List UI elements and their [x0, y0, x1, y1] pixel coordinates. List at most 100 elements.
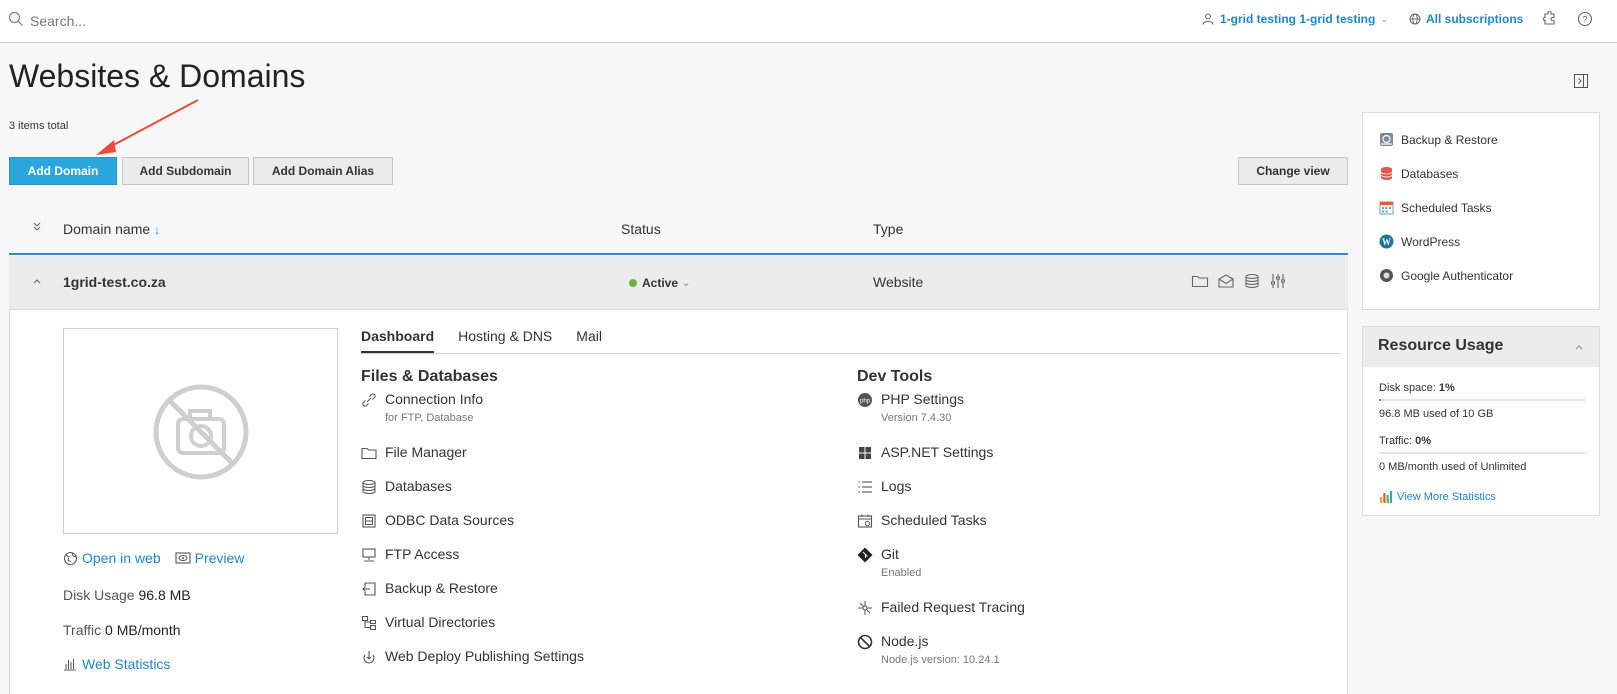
panel-toggle-icon[interactable] [1574, 74, 1588, 88]
tool-label: Databases [385, 478, 452, 494]
traffic-detail: 0 MB/month used of Unlimited [1379, 461, 1527, 473]
domain-type: Website [873, 274, 924, 290]
puzzle-icon[interactable] [1541, 11, 1557, 27]
tool-label: Web Deploy Publishing Settings [385, 648, 584, 664]
tab-hosting-dns[interactable]: Hosting & DNS [458, 328, 552, 353]
table-row[interactable]: 1grid-test.co.za Active ⌄ Website [9, 256, 1348, 310]
tool-php-settings[interactable]: php PHP Settings Version 7.4.30 [857, 391, 964, 424]
calendar-icon [1379, 200, 1394, 215]
tool-backup-restore[interactable]: Backup & Restore [361, 580, 498, 597]
add-domain-button[interactable]: Add Domain [9, 157, 117, 185]
settings-sliders-icon[interactable] [1269, 273, 1287, 289]
preview-link[interactable]: Preview [195, 550, 245, 566]
tab-dashboard[interactable]: Dashboard [361, 328, 435, 353]
web-statistics-link[interactable]: Web Statistics [82, 656, 170, 672]
domain-details: Open in web Preview Disk Usage 96.8 MB T… [9, 310, 1348, 694]
disk-space-detail: 96.8 MB used of 10 GB [1379, 408, 1494, 420]
git-icon [857, 547, 875, 563]
domain-name[interactable]: 1grid-test.co.za [63, 274, 166, 290]
resource-usage-header[interactable]: Resource Usage [1363, 327, 1599, 367]
chevron-down-icon: ⌄ [682, 277, 691, 289]
dev-tools-title: Dev Tools [857, 368, 933, 385]
tool-label: Node.js [881, 633, 929, 649]
calendar-clock-icon [857, 513, 875, 529]
disk-usage-value: 96.8 MB [138, 587, 191, 603]
disk-usage-label: Disk Usage [63, 587, 135, 603]
column-type: Type [873, 221, 904, 237]
top-bar: 1-grid testing 1-grid testing ⌄ All subs… [0, 0, 1617, 43]
search-icon [8, 11, 24, 27]
database-icon [361, 479, 379, 495]
subscriptions-label: All subscriptions [1426, 12, 1524, 26]
help-icon[interactable]: ? [1577, 11, 1593, 27]
sidebar-item-databases[interactable]: Databases [1379, 166, 1458, 181]
tool-virtual-directories[interactable]: Virtual Directories [361, 614, 495, 631]
deploy-icon [361, 649, 379, 665]
disk-space-value: 1% [1438, 382, 1455, 394]
user-menu[interactable]: 1-grid testing 1-grid testing ⌄ [1202, 12, 1388, 26]
view-more-statistics-link[interactable]: View More Statistics [1397, 491, 1496, 503]
sidebar-item-wordpress[interactable]: W WordPress [1379, 234, 1460, 249]
traffic-bar [1379, 452, 1585, 454]
color-bar-chart-icon [1379, 490, 1393, 503]
tool-ftp-access[interactable]: FTP Access [361, 546, 459, 563]
traffic-value: 0 MB/month [105, 622, 181, 638]
traffic: Traffic 0 MB/month [63, 622, 181, 638]
tool-logs[interactable]: Logs [857, 478, 911, 495]
annotation-arrow-icon [90, 98, 202, 160]
wordpress-icon: W [1379, 234, 1394, 249]
tool-label: Scheduled Tasks [881, 512, 987, 528]
disk-space-bar-fill [1379, 399, 1382, 401]
chevron-up-icon[interactable] [31, 275, 43, 287]
traffic-line: Traffic: 0% [1379, 435, 1431, 447]
tool-label: Backup & Restore [385, 580, 498, 596]
column-domain-name[interactable]: Domain name ↓ [63, 221, 160, 237]
disk-space-bar [1379, 399, 1585, 401]
svg-text:W: W [1382, 237, 1391, 247]
tool-failed-request-tracing[interactable]: Failed Request Tracing [857, 599, 1025, 616]
globe-icon [1409, 13, 1421, 25]
chevron-up-icon[interactable] [1573, 341, 1585, 353]
windows-icon [857, 445, 875, 461]
tool-connection-info[interactable]: Connection Info for FTP, Database [361, 391, 483, 424]
tool-label: FTP Access [385, 546, 460, 562]
no-preview-camera-icon [153, 384, 249, 480]
traffic-label: Traffic [63, 622, 102, 638]
mail-icon[interactable] [1217, 273, 1235, 289]
collapse-all-icon[interactable] [31, 220, 43, 232]
tool-databases[interactable]: Databases [361, 478, 452, 495]
site-preview[interactable] [63, 328, 338, 534]
files-databases-title: Files & Databases [361, 368, 498, 385]
tab-mail[interactable]: Mail [576, 328, 602, 353]
sidebar-item-google-authenticator[interactable]: Google Authenticator [1379, 268, 1513, 283]
add-domain-alias-button[interactable]: Add Domain Alias [253, 157, 393, 185]
tool-label: ASP.NET Settings [881, 444, 994, 460]
traffic-value: 0% [1415, 435, 1431, 447]
sidebar-item-backup-restore[interactable]: Backup & Restore [1379, 132, 1498, 147]
status-label: Active [642, 276, 679, 290]
list-icon [857, 479, 875, 495]
tool-git[interactable]: Git Enabled [857, 546, 921, 579]
all-subscriptions-link[interactable]: All subscriptions [1409, 12, 1523, 26]
database-icon[interactable] [1243, 273, 1261, 289]
svg-text:?: ? [1582, 15, 1587, 25]
status-dropdown[interactable]: Active ⌄ [629, 276, 690, 290]
tool-nodejs[interactable]: Node.js Node.js version: 10.24.1 [857, 633, 1000, 666]
folder-icon[interactable] [1191, 273, 1209, 289]
tool-odbc-data-sources[interactable]: ODBC Data Sources [361, 512, 514, 529]
sidebar-label: Google Authenticator [1401, 268, 1514, 283]
link-icon [361, 392, 379, 408]
tool-file-manager[interactable]: File Manager [361, 444, 467, 461]
search-input[interactable] [30, 9, 430, 33]
tool-aspnet-settings[interactable]: ASP.NET Settings [857, 444, 993, 461]
tool-sub: Node.js version: 10.24.1 [881, 654, 1000, 666]
add-subdomain-button[interactable]: Add Subdomain [122, 157, 249, 185]
tool-label: PHP Settings [881, 391, 965, 407]
change-view-button[interactable]: Change view [1238, 157, 1348, 185]
database-icon [1379, 166, 1394, 181]
open-in-web-link[interactable]: Open in web [82, 550, 161, 566]
tool-web-deploy[interactable]: Web Deploy Publishing Settings [361, 648, 584, 665]
sidebar-item-scheduled-tasks[interactable]: Scheduled Tasks [1379, 200, 1492, 215]
tool-scheduled-tasks[interactable]: Scheduled Tasks [857, 512, 987, 529]
authenticator-icon [1379, 268, 1394, 283]
